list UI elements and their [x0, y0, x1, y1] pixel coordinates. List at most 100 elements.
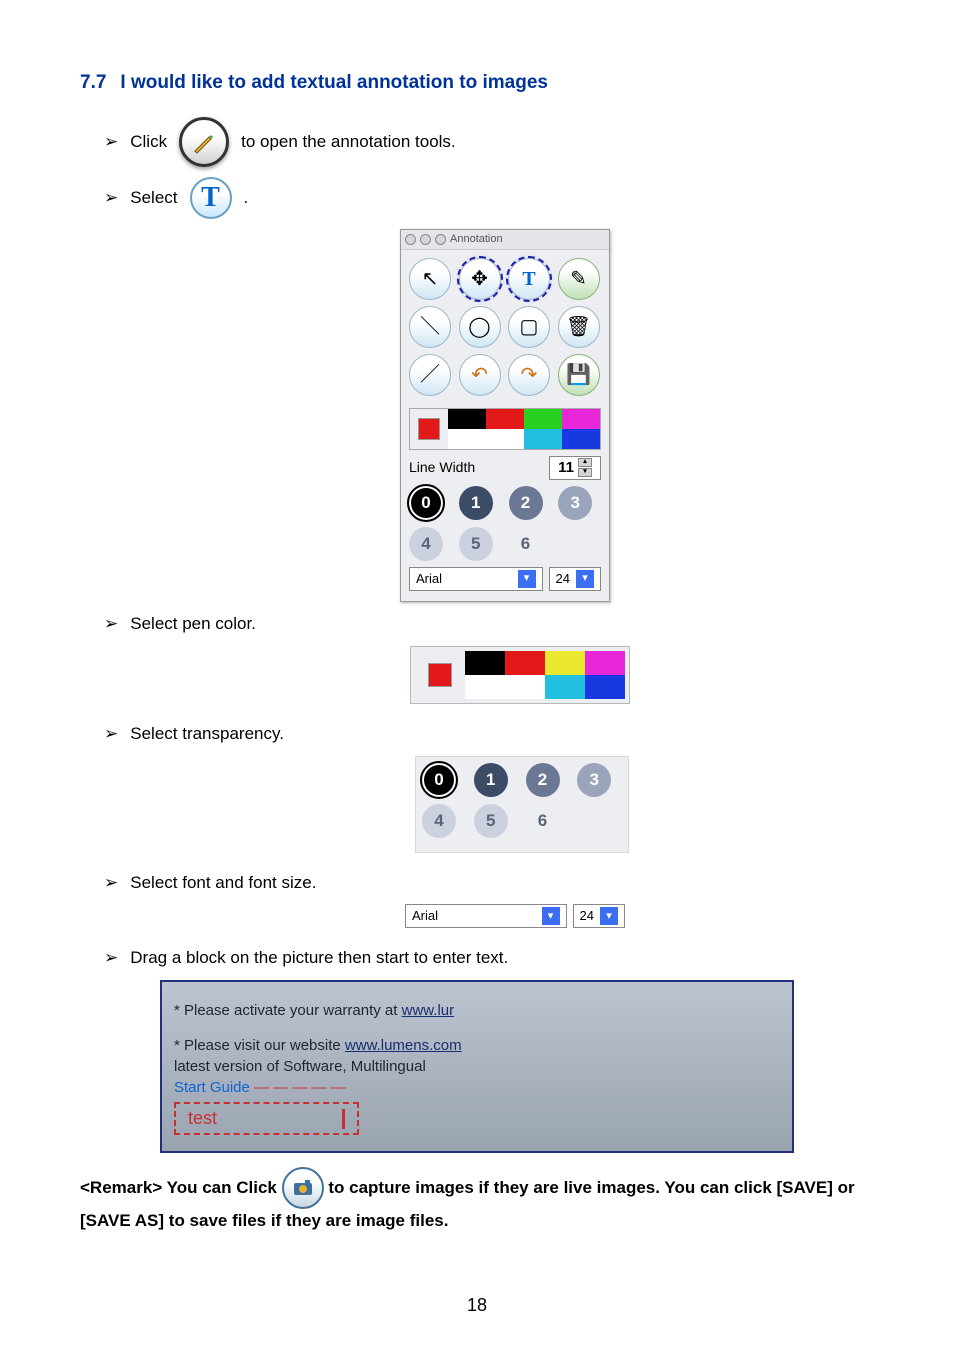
font-family-select[interactable]: Arial ▾: [405, 904, 567, 928]
swatch-white-2[interactable]: [486, 429, 524, 449]
swatch-black[interactable]: [448, 409, 486, 429]
bullet-icon: ➢: [104, 946, 118, 970]
eraser-tool-icon[interactable]: ／: [409, 354, 451, 396]
pointer-tool-icon[interactable]: ↖: [409, 258, 451, 300]
step-pen-color-text: Select pen color.: [130, 612, 256, 636]
transparency-1[interactable]: 1: [474, 763, 508, 797]
current-color-swatch: [428, 663, 452, 687]
font-size-select[interactable]: 24 ▾: [573, 904, 625, 928]
ellipse-tool-icon[interactable]: ◯: [459, 306, 501, 348]
bullet-icon: ➢: [104, 130, 118, 154]
bullet-icon: ➢: [104, 871, 118, 895]
swatch-black[interactable]: [465, 651, 505, 675]
swatch-blue[interactable]: [562, 429, 600, 449]
color-swatches-detail[interactable]: [410, 646, 630, 704]
dropdown-icon: ▾: [576, 570, 594, 588]
transparency-4[interactable]: 4: [422, 804, 456, 838]
transparency-detail[interactable]: 0 1 2 3 4 5 6: [415, 756, 629, 853]
text-tool-icon[interactable]: T: [190, 177, 232, 219]
undo-tool-icon[interactable]: ↶: [459, 354, 501, 396]
transparency-3[interactable]: 3: [577, 763, 611, 797]
line-width-row: Line Width 11 ▴▾: [409, 456, 601, 480]
color-swatches[interactable]: [409, 408, 601, 450]
line-width-stepper[interactable]: 11 ▴▾: [549, 456, 601, 480]
example-start-guide: Start Guide — — — — —: [174, 1077, 778, 1098]
transparency-grid[interactable]: 0 1 2 3 4 5 6: [409, 486, 601, 561]
font-family-value: Arial: [412, 907, 438, 925]
swatch-magenta[interactable]: [562, 409, 600, 429]
close-icon[interactable]: [405, 234, 416, 245]
zoom-icon[interactable]: [435, 234, 446, 245]
current-color-swatch: [418, 418, 440, 440]
font-row: Arial ▾ 24 ▾: [409, 567, 601, 591]
example-screenshot: * Please activate your warranty at www.l…: [160, 980, 794, 1153]
section-number: 7.7: [80, 70, 106, 97]
font-detail: Arial ▾ 24 ▾: [405, 904, 625, 928]
swatch-white[interactable]: [465, 675, 505, 699]
font-size-value: 24: [556, 570, 570, 588]
transparency-6[interactable]: 6: [509, 527, 543, 561]
line-tool-icon[interactable]: ＼: [409, 306, 451, 348]
example-line-2: * Please visit our website www.lumens.co…: [174, 1035, 778, 1056]
section-heading: 7.7 I would like to add textual annotati…: [80, 70, 874, 97]
transparency-5[interactable]: 5: [474, 804, 508, 838]
step-font: ➢ Select font and font size.: [104, 871, 874, 895]
example-line-1-pre: * Please activate your warranty at: [174, 1002, 402, 1019]
step-select-period: .: [244, 186, 249, 210]
swatch-red[interactable]: [486, 409, 524, 429]
text-tool-icon[interactable]: T: [508, 258, 550, 300]
swatch-cyan[interactable]: [524, 429, 562, 449]
swatch-cyan[interactable]: [545, 675, 585, 699]
capture-button-icon[interactable]: [282, 1167, 324, 1209]
panel-title-text: Annotation: [450, 232, 503, 247]
swatch-blue[interactable]: [585, 675, 625, 699]
example-link-1[interactable]: www.lur: [402, 1002, 455, 1019]
swatch-yellow[interactable]: [545, 651, 585, 675]
transparency-6[interactable]: 6: [526, 804, 560, 838]
step-select-pre: Select: [130, 186, 177, 210]
example-link-2[interactable]: www.lumens.com: [345, 1037, 462, 1054]
transparency-2[interactable]: 2: [526, 763, 560, 797]
swatch-red[interactable]: [505, 651, 545, 675]
delete-tool-icon[interactable]: 🗑: [558, 306, 600, 348]
annotation-tool-icon[interactable]: [179, 117, 229, 167]
bullet-icon: ➢: [104, 722, 118, 746]
font-size-value: 24: [580, 907, 594, 925]
example-line-3: latest version of Software, Multilingual: [174, 1056, 778, 1077]
step-transparency: ➢ Select transparency.: [104, 722, 874, 746]
transparency-3[interactable]: 3: [558, 486, 592, 520]
save-tool-icon[interactable]: 💾: [558, 354, 600, 396]
rectangle-tool-icon[interactable]: ▢: [508, 306, 550, 348]
swatch-white[interactable]: [448, 429, 486, 449]
step-select: ➢ Select T .: [104, 177, 874, 219]
move-tool-icon[interactable]: ✥: [459, 258, 501, 300]
remark-block: <Remark> You can Click to capture images…: [80, 1167, 874, 1233]
minimize-icon[interactable]: [420, 234, 431, 245]
dropdown-icon: ▾: [518, 570, 536, 588]
font-size-select[interactable]: 24 ▾: [549, 567, 601, 591]
remark-pre: <Remark> You can Click: [80, 1178, 277, 1197]
transparency-5[interactable]: 5: [459, 527, 493, 561]
draw-tool-icon[interactable]: ✎: [558, 258, 600, 300]
swatch-magenta[interactable]: [585, 651, 625, 675]
transparency-0[interactable]: 0: [422, 763, 456, 797]
text-entry-box[interactable]: test: [174, 1102, 359, 1135]
step-pen-color: ➢ Select pen color.: [104, 612, 874, 636]
page-number: 18: [80, 1293, 874, 1318]
transparency-4[interactable]: 4: [409, 527, 443, 561]
section-title: I would like to add textual annotation t…: [120, 70, 548, 97]
font-family-select[interactable]: Arial ▾: [409, 567, 543, 591]
transparency-1[interactable]: 1: [459, 486, 493, 520]
example-line-1: * Please activate your warranty at www.l…: [174, 1000, 778, 1021]
line-width-value: 11: [558, 457, 574, 478]
bullet-icon: ➢: [104, 186, 118, 210]
step-transparency-text: Select transparency.: [130, 722, 284, 746]
redo-tool-icon[interactable]: ↷: [508, 354, 550, 396]
transparency-2[interactable]: 2: [509, 486, 543, 520]
annotation-panel: Annotation ↖ ✥ T ✎ ＼ ◯ ▢ 🗑 ／ ↶ ↷ 💾 Line …: [400, 229, 610, 602]
swatch-white-2[interactable]: [505, 675, 545, 699]
transparency-0[interactable]: 0: [409, 486, 443, 520]
stepper-icon[interactable]: ▴▾: [578, 458, 592, 477]
bullet-icon: ➢: [104, 612, 118, 636]
swatch-green[interactable]: [524, 409, 562, 429]
